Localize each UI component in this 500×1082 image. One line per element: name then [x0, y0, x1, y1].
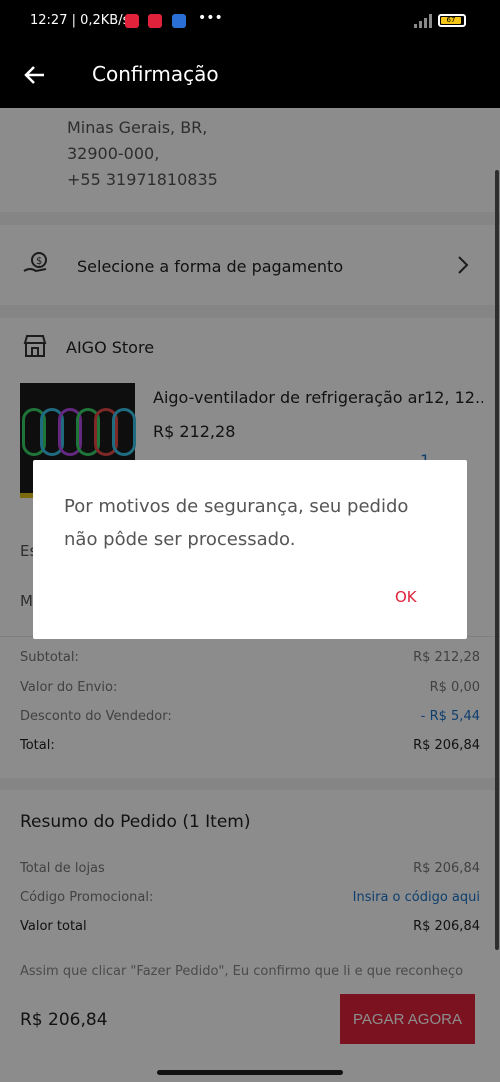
- signal-icon: [414, 14, 432, 28]
- status-bar: 12:27 | 0,2KB/s ••• 67: [0, 0, 500, 44]
- app-bar: Confirmação: [0, 44, 500, 108]
- notification-app-icon: [148, 14, 162, 28]
- status-time: 12:27 | 0,2KB/s: [30, 13, 130, 28]
- error-dialog: Por motivos de segurança, seu pedido não…: [33, 460, 467, 639]
- notification-app-icon: [172, 14, 186, 28]
- battery-level: 67: [441, 17, 461, 24]
- notification-app-icon: [125, 14, 139, 28]
- page-title: Confirmação: [92, 62, 219, 86]
- battery-icon: 67: [438, 14, 466, 27]
- back-arrow-icon[interactable]: [22, 62, 48, 88]
- more-notifications-icon: •••: [198, 10, 223, 26]
- ok-button[interactable]: OK: [395, 588, 417, 606]
- dialog-message: Por motivos de segurança, seu pedido não…: [64, 496, 409, 550]
